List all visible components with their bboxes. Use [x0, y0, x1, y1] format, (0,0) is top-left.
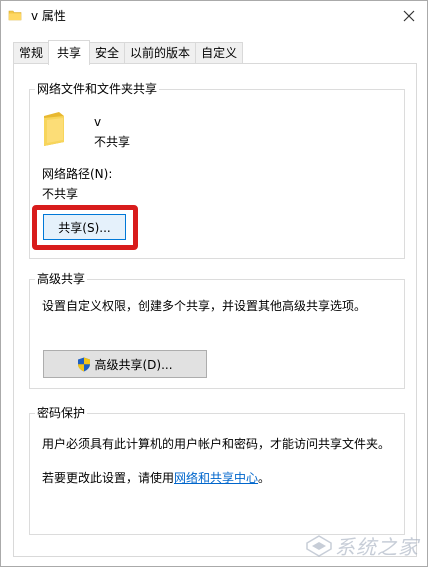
tab-strip: 常规 共享 安全 以前的版本 自定义 — [13, 40, 244, 65]
watermark: 系统之家 — [306, 531, 419, 560]
folder-icon — [44, 112, 64, 146]
change-setting-suffix: 。 — [258, 471, 271, 485]
advanced-share-group: 高级共享 设置自定义权限，创建多个共享，并设置其他高级共享选项。 高级共享(D)… — [29, 271, 405, 389]
shield-icon — [78, 357, 91, 371]
change-setting-prefix: 若要更改此设置，请使用 — [42, 471, 175, 485]
tab-general[interactable]: 常规 — [13, 42, 50, 64]
password-description: 用户必须具有此计算机的用户帐户和密码，才能访问共享文件夹。 — [42, 437, 391, 451]
tab-previous-versions[interactable]: 以前的版本 — [124, 42, 197, 64]
tab-sharing[interactable]: 共享 — [48, 40, 91, 65]
advanced-share-button[interactable]: 高级共享(D)... — [43, 350, 207, 378]
watermark-logo-icon — [306, 534, 332, 557]
change-setting-text: 若要更改此设置，请使用网络和共享中心。 — [42, 470, 270, 486]
window-title: v 属性 — [31, 9, 66, 23]
group-title: 网络文件和文件夹共享 — [35, 81, 160, 97]
folder-name: v — [94, 115, 102, 129]
share-button[interactable]: 共享(S)... — [43, 214, 126, 240]
close-icon — [403, 10, 415, 22]
network-path-label: 网络路径(N): — [42, 167, 113, 181]
close-button[interactable] — [391, 1, 427, 31]
sharing-panel: 网络文件和文件夹共享 v 不共享 网络路径(N): 不共享 共享(S)... 高… — [13, 63, 417, 557]
advanced-share-description: 设置自定义权限，创建多个共享，并设置其他高级共享选项。 — [42, 299, 367, 313]
network-share-group: 网络文件和文件夹共享 v 不共享 网络路径(N): 不共享 共享(S)... — [29, 81, 405, 259]
password-protection-group: 密码保护 用户必须具有此计算机的用户帐户和密码，才能访问共享文件夹。 若要更改此… — [29, 405, 405, 535]
group-title: 高级共享 — [35, 271, 88, 287]
network-path-value: 不共享 — [42, 187, 79, 201]
folder-icon — [8, 10, 22, 21]
properties-window: v 属性 常规 共享 安全 以前的版本 自定义 网络文件和文件夹共享 v 不共享… — [0, 0, 428, 567]
advanced-share-label: 高级共享(D)... — [94, 357, 173, 372]
watermark-text: 系统之家 — [335, 535, 419, 559]
share-status: 不共享 — [94, 135, 131, 149]
tab-security[interactable]: 安全 — [89, 42, 126, 64]
tab-customize[interactable]: 自定义 — [195, 42, 244, 64]
group-title: 密码保护 — [35, 405, 88, 421]
title-bar[interactable]: v 属性 — [1, 1, 427, 31]
network-sharing-center-link[interactable]: 网络和共享中心 — [174, 471, 258, 485]
